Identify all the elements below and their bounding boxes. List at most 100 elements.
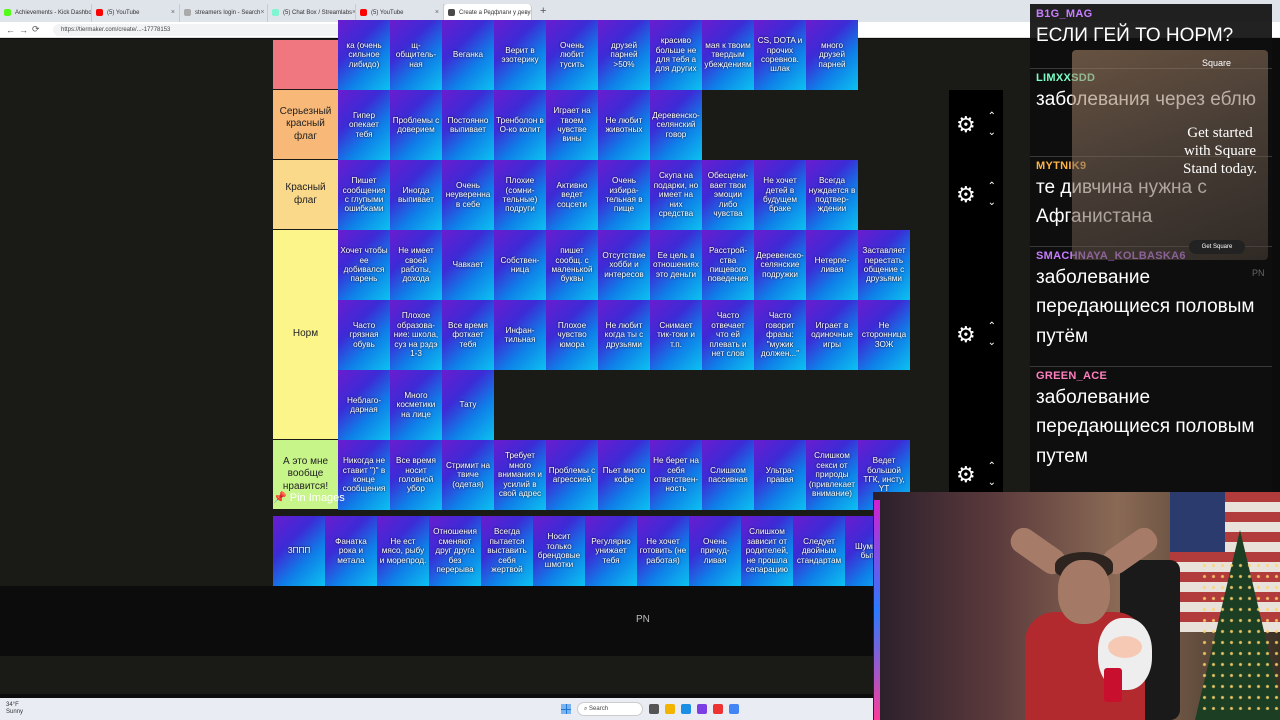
pool-card[interactable]: Очень причуд-ливая xyxy=(689,516,741,586)
browser-tab[interactable]: (5) Chat Box / Streamlabs × xyxy=(268,3,356,22)
tier-card[interactable]: Плохое образова-ние: школа, суз на рэдэ … xyxy=(390,300,442,370)
tier-card[interactable]: Много косметики на лице xyxy=(390,370,442,440)
tier-card[interactable]: Постоянно выпивает xyxy=(442,90,494,160)
gear-icon[interactable]: ⚙ xyxy=(956,464,976,486)
tier-card[interactable]: Не сторонница ЗОЖ xyxy=(858,300,910,370)
tier-card[interactable]: Тату xyxy=(442,370,494,440)
tier-card[interactable]: красиво больше не для тебя а для других xyxy=(650,20,702,90)
pin-images-heading[interactable]: 📌 Pin Images xyxy=(273,491,345,504)
pool-card[interactable]: Следует двойным стандартам xyxy=(793,516,845,586)
tier-card[interactable]: Иногда выпивает xyxy=(390,160,442,230)
tier-card[interactable]: Ее цель в отношениях это деньги xyxy=(650,230,702,300)
tier-card[interactable]: Проблемы с доверием xyxy=(390,90,442,160)
windows-start-icon[interactable] xyxy=(561,704,572,714)
tier-card[interactable]: Требует много внимания и усилий в свой а… xyxy=(494,440,546,510)
tier-card[interactable]: Активно ведет соцсети xyxy=(546,160,598,230)
reload-icon[interactable]: ⟳ xyxy=(32,24,45,35)
tier-card[interactable]: Плохие (сомни-тельные) подруги xyxy=(494,160,546,230)
gear-icon[interactable]: ⚙ xyxy=(956,114,976,136)
tier-card[interactable]: мая к твоим твердым убеждениям xyxy=(702,20,754,90)
tier-card[interactable]: Всегда нуждается в подтвер-ждении xyxy=(806,160,858,230)
tier-card[interactable]: много друзей парней xyxy=(806,20,858,90)
pool-card[interactable]: Слишком зависит от родителей, не прошла … xyxy=(741,516,793,586)
close-tab-icon[interactable]: × xyxy=(260,9,264,16)
tier-card[interactable]: Тренболон в О-ко колит xyxy=(494,90,546,160)
weather-widget[interactable]: 34°F Sunny xyxy=(6,702,23,715)
chevron-up-icon[interactable]: ⌃ xyxy=(988,459,996,475)
tier-card[interactable]: Часто говорит фразы: "мужик должен..." xyxy=(754,300,806,370)
tier-card[interactable]: CS, DOTA и прочих соревнов. шлак xyxy=(754,20,806,90)
pool-card[interactable]: Не хочет готовить (не работая) xyxy=(637,516,689,586)
tier-card[interactable]: Слишком секси от природы (привлекает вни… xyxy=(806,440,858,510)
pool-card[interactable]: Не ест мясо, рыбу и морепрод. xyxy=(377,516,429,586)
browser-tab[interactable]: (5) YouTube × xyxy=(356,3,444,22)
tier-card[interactable]: Ультра-правая xyxy=(754,440,806,510)
tier-card[interactable]: Деревенско-селянский говор xyxy=(650,90,702,160)
tier-card[interactable]: Часто отвечает что ей плевать и нет слов xyxy=(702,300,754,370)
pool-card[interactable]: Регулярно унижает тебя xyxy=(585,516,637,586)
gear-icon[interactable]: ⚙ xyxy=(956,324,976,346)
tier-card[interactable]: Веганка xyxy=(442,20,494,90)
tier-card[interactable]: Все время фоткает тебя xyxy=(442,300,494,370)
tier-card[interactable]: Нетерпе-ливая xyxy=(806,230,858,300)
tier-card[interactable]: Гипер опекает тебя xyxy=(338,90,390,160)
chevron-down-icon[interactable]: ⌄ xyxy=(988,475,996,491)
tier-card[interactable]: пишет сообщ. с маленькой буквы xyxy=(546,230,598,300)
edge-icon[interactable] xyxy=(681,704,692,714)
tier-card[interactable]: щ-общитель-ная xyxy=(390,20,442,90)
pool-card[interactable]: Отношения сменяют друг друга без перерыв… xyxy=(429,516,481,586)
close-tab-icon[interactable]: × xyxy=(435,9,439,16)
tier-card[interactable]: Очень избира-тельная в пище xyxy=(598,160,650,230)
tier-card[interactable]: Заставляет перестать общение с друзьями xyxy=(858,230,910,300)
tier-card[interactable]: Инфан-тильная xyxy=(494,300,546,370)
tier-card[interactable]: Верит в эзотерику xyxy=(494,20,546,90)
tier-card[interactable]: Не хочет детей в будущем браке xyxy=(754,160,806,230)
tier-card[interactable]: Очень любит тусить xyxy=(546,20,598,90)
new-tab-button[interactable]: + xyxy=(532,5,554,17)
tier-card[interactable]: друзей парней >50% xyxy=(598,20,650,90)
browser-tab[interactable]: Achievements - Kick Dashboard× xyxy=(0,3,92,22)
tier-card[interactable]: Обесцени-вает твои эмоции либо чувства xyxy=(702,160,754,230)
tier-card[interactable]: Хочет чтобы ее добивался парень xyxy=(338,230,390,300)
tier-card[interactable]: Никогда не ставит ")" в конце сообщения xyxy=(338,440,390,510)
tier-card[interactable]: Не любит животных xyxy=(598,90,650,160)
chevron-down-icon[interactable]: ⌄ xyxy=(988,335,996,351)
browser-tab[interactable]: Create a Редфлаги у девушки Ti× xyxy=(444,3,532,22)
tier-card[interactable]: Плохое чувство юмора xyxy=(546,300,598,370)
tier-card[interactable]: Все время носит головной убор xyxy=(390,440,442,510)
forward-icon[interactable]: → xyxy=(19,25,32,35)
tier-card[interactable]: Пишет сообщения с глупыми ошибками xyxy=(338,160,390,230)
tier-card[interactable]: Отсутствие хобби и интересов xyxy=(598,230,650,300)
tier-label[interactable]: Красный флаг xyxy=(273,160,338,229)
tier-label[interactable] xyxy=(273,40,338,89)
tier-card[interactable]: ка (очень сильное либидо) xyxy=(338,20,390,90)
tier-card[interactable]: Снимает тик-токи и т.п. xyxy=(650,300,702,370)
tier-card[interactable]: Слишком пассивная xyxy=(702,440,754,510)
chrome-icon[interactable] xyxy=(729,704,740,714)
tier-card[interactable]: Не имеет своей работы, дохода xyxy=(390,230,442,300)
file-explorer-icon[interactable] xyxy=(665,704,676,714)
tier-label[interactable]: Норм xyxy=(273,230,338,439)
tier-card[interactable]: Играет в одиночные игры xyxy=(806,300,858,370)
pool-card[interactable]: Носит только брендовые шмотки xyxy=(533,516,585,586)
ad-button[interactable]: Get Square xyxy=(1189,240,1245,254)
tier-card[interactable]: Играет на твоем чувстве вины xyxy=(546,90,598,160)
taskbar-search[interactable]: ⌕ Search xyxy=(577,702,644,716)
tier-card[interactable]: Не берет на себя ответствен-ность xyxy=(650,440,702,510)
tier-card[interactable]: Деревенско-селянские подружки xyxy=(754,230,806,300)
tier-card[interactable]: Пьет много кофе xyxy=(598,440,650,510)
back-icon[interactable]: ← xyxy=(6,25,19,35)
tier-card[interactable]: Часто грязная обувь xyxy=(338,300,390,370)
app-icon-red[interactable] xyxy=(713,704,724,714)
chevron-down-icon[interactable]: ⌄ xyxy=(988,125,996,141)
gear-icon[interactable]: ⚙ xyxy=(956,184,976,206)
app-icon[interactable] xyxy=(697,704,708,714)
task-view-icon[interactable] xyxy=(649,704,660,714)
tier-card[interactable]: Скупа на подарки, но имеет на них средст… xyxy=(650,160,702,230)
tier-card[interactable]: Не любит когда ты с друзьями xyxy=(598,300,650,370)
pool-card[interactable]: ЗППП xyxy=(273,516,325,586)
close-tab-icon[interactable]: × xyxy=(171,9,175,16)
pool-card[interactable]: Шумный быть, xyxy=(845,516,873,586)
chevron-down-icon[interactable]: ⌄ xyxy=(988,195,996,211)
chevron-up-icon[interactable]: ⌃ xyxy=(988,319,996,335)
